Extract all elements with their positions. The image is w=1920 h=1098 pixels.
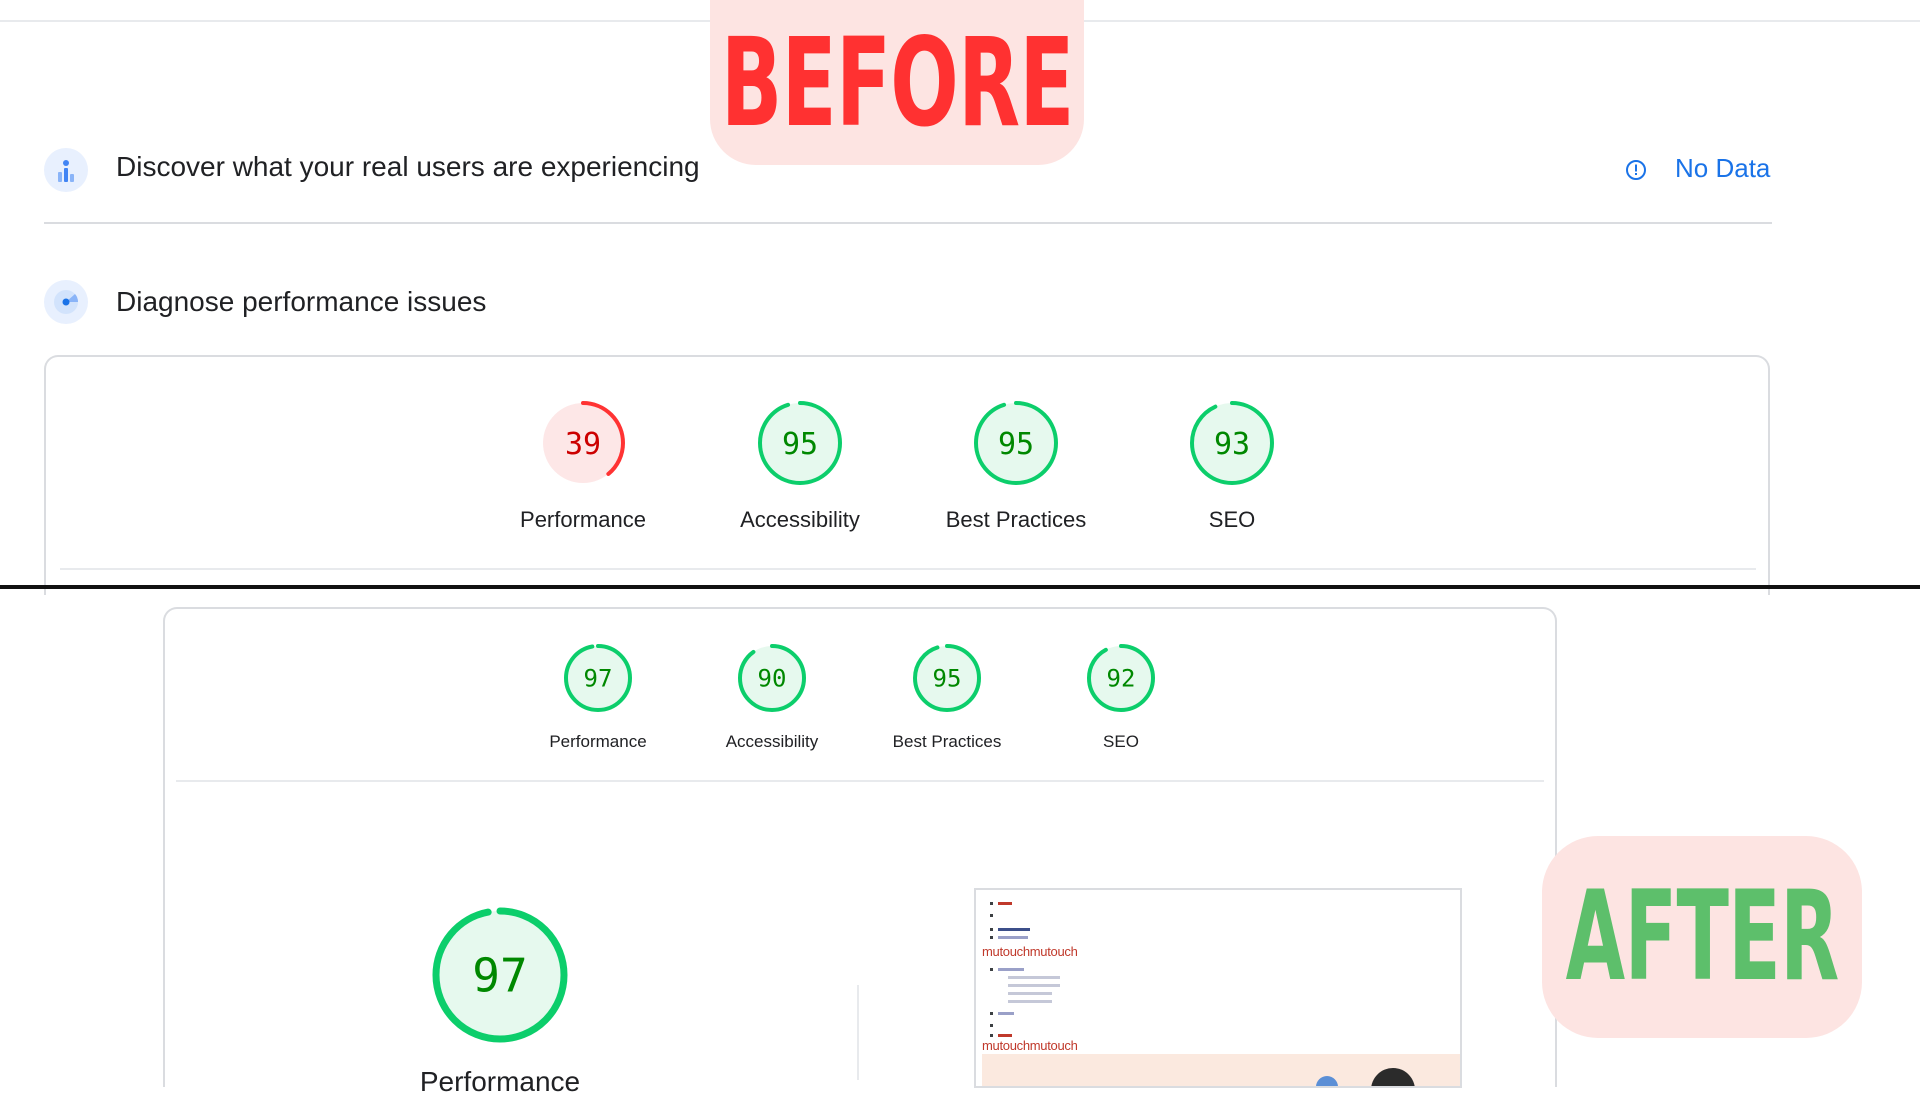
users-chart-icon [44,148,88,192]
thumb-text-line [998,1012,1014,1015]
score-gauge-performance[interactable]: 39 [539,399,627,487]
field-data-title: Discover what your real users are experi… [116,151,700,182]
score-label: Accessibility [740,507,860,532]
no-data-link[interactable]: No Data [1675,153,1770,184]
score-gauge-performance[interactable]: 97 [562,642,634,714]
info-icon[interactable] [1625,159,1647,181]
gauge-score: 97 [584,665,613,693]
thumb-text-line [998,902,1012,905]
vertical-divider [857,985,859,1080]
thumb-bullet [990,928,993,931]
score-gauge-best-practices[interactable]: 95 [972,399,1060,487]
before-after-separator [0,585,1920,589]
before-scores-card [44,355,1770,595]
thumb-bullet [990,902,993,905]
thumb-logo: mutouchmutouch [982,944,1078,959]
gauge-score: 92 [1107,665,1136,693]
score-gauge-accessibility[interactable]: 95 [756,399,844,487]
score-gauge-performance[interactable]: 97 [429,904,571,1046]
thumb-bullet [990,914,993,917]
score-gauge-seo[interactable]: 92 [1085,642,1157,714]
score-gauge-accessibility[interactable]: 90 [736,642,808,714]
thumb-logo: mutouchmutouch [982,1038,1078,1053]
score-label: Best Practices [945,507,1087,532]
score-gauge-best-practices[interactable]: 95 [911,642,983,714]
thumb-text-line [998,936,1028,939]
score-label: SEO [1208,507,1256,532]
before-badge: BEFORE [710,0,1084,165]
gauge-score: 95 [933,665,962,693]
gauge-score: 90 [758,665,787,693]
thumb-text-line [1008,984,1060,987]
section-divider [44,222,1772,224]
thumb-text-line [1008,992,1052,995]
score-gauge-seo[interactable]: 93 [1188,399,1276,487]
thumb-text-line [998,968,1024,971]
gauge-score: 93 [1214,427,1250,462]
thumb-text-line [998,928,1030,931]
thumb-text-line [998,1034,1012,1037]
score-label: Performance [520,507,646,532]
thumb-text-line [1008,976,1060,979]
lab-data-title: Diagnose performance issues [116,286,487,317]
thumb-bullet [990,936,993,939]
card-divider [176,780,1544,782]
card-divider [60,568,1756,570]
thumb-bullet [990,968,993,971]
gauge-score: 97 [472,949,527,1003]
gauge-score: 95 [998,427,1034,462]
thumb-bullet [990,1024,993,1027]
thumb-bullet [990,1012,993,1015]
diagnose-icon [44,280,88,324]
before-badge-text: BEFORE [720,11,1075,154]
gauge-score: 95 [782,427,818,462]
gauge-score: 39 [565,427,601,462]
after-badge: AFTER [1542,836,1862,1038]
thumb-text-line [1008,1000,1052,1003]
page-screenshot-thumbnail: mutouchmutouch mutouchmutouch [974,888,1462,1088]
thumb-bullet [990,1034,993,1037]
after-badge-text: AFTER [1565,865,1839,1009]
main-gauge-label: Performance [419,1066,581,1097]
score-label: SEO [1103,732,1139,751]
